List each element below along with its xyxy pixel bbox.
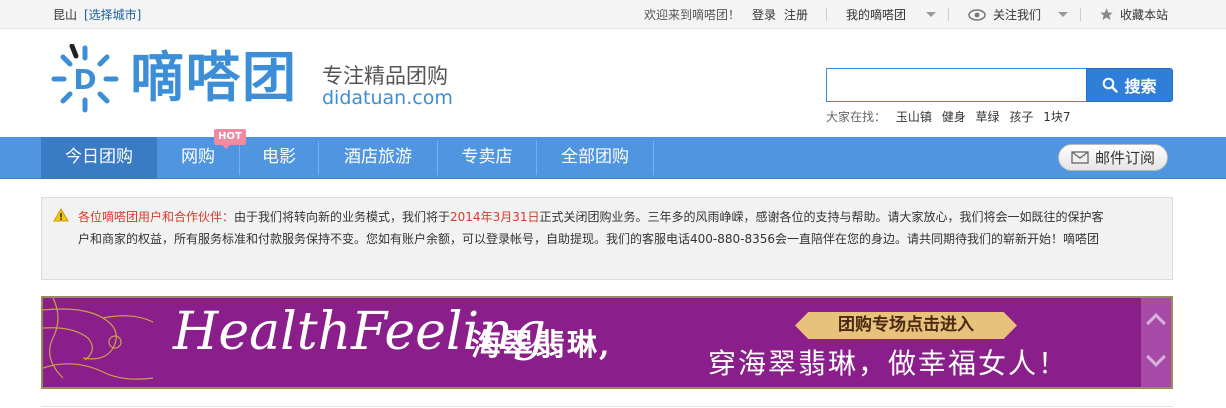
email-subscribe-label: 邮件订阅 bbox=[1094, 149, 1155, 167]
nav-movies[interactable]: 电影 bbox=[240, 137, 318, 179]
banner-scroller bbox=[1141, 298, 1171, 387]
select-city-link[interactable]: [选择城市] bbox=[84, 6, 141, 23]
logo-letter: D bbox=[73, 63, 96, 96]
popular-search-keyword[interactable]: 健身 bbox=[942, 110, 966, 124]
announcement-text: 各位嘀嗒团用户和合作伙伴：由于我们将转向新的业务模式，我们将于2014年3月31… bbox=[78, 206, 1108, 250]
banner-cta-button[interactable]: 团购专场点击进入 bbox=[795, 312, 1017, 339]
search-button-label: 搜索 bbox=[1124, 77, 1157, 96]
current-city: 昆山 bbox=[53, 8, 78, 22]
site-slogan: 专注精品团购 bbox=[322, 64, 448, 88]
site-domain: didatuan.com bbox=[322, 87, 453, 109]
search-input[interactable] bbox=[826, 68, 1087, 102]
star-icon bbox=[1099, 7, 1114, 25]
popular-search-keyword[interactable]: 孩子 bbox=[1009, 110, 1033, 124]
chevron-down-icon[interactable] bbox=[1146, 347, 1166, 367]
popular-search-keyword[interactable]: 玉山镇 bbox=[896, 110, 932, 124]
chevron-down-icon[interactable] bbox=[1058, 12, 1068, 17]
nav-hotels-travel[interactable]: 酒店旅游 bbox=[319, 137, 437, 179]
nav-specialty-stores[interactable]: 专卖店 bbox=[438, 137, 536, 179]
search-button[interactable]: 搜索 bbox=[1086, 68, 1173, 102]
banner-slogan: 穿海翠翡琳，做幸福女人！ bbox=[708, 347, 1069, 380]
welcome-text: 欢迎来到嘀嗒团！ bbox=[644, 8, 741, 22]
divider bbox=[948, 8, 949, 21]
eye-icon bbox=[968, 9, 986, 24]
search-icon bbox=[1103, 77, 1119, 93]
divider bbox=[41, 406, 1173, 407]
popular-searches-label: 大家在找： bbox=[826, 110, 887, 124]
announcement-box: 各位嘀嗒团用户和合作伙伴：由于我们将转向新的业务模式，我们将于2014年3月31… bbox=[41, 197, 1173, 280]
logo-text: 嘀嗒团 bbox=[130, 46, 298, 109]
promo-banner[interactable]: HealthFeeling 海翠翡琳, 团购专场点击进入 穿海翠翡琳，做幸福女人… bbox=[41, 296, 1173, 389]
warning-icon bbox=[53, 208, 69, 222]
popular-searches: 大家在找： 玉山镇 健身 草绿 孩子 1块7 bbox=[826, 108, 1071, 125]
main-nav: 今日团购 网购 电影 酒店旅游 专卖店 全部团购 bbox=[0, 137, 1226, 179]
logo-sun-icon: D bbox=[51, 44, 119, 113]
mail-icon bbox=[1071, 151, 1089, 164]
popular-search-keyword[interactable]: 1块7 bbox=[1043, 110, 1070, 124]
announcement-date: 2014年3月31日 bbox=[450, 210, 540, 224]
site-logo[interactable]: D 嘀嗒团 专注精品团购 didatuan.com bbox=[50, 44, 470, 116]
top-bar: 昆山 [选择城市] 欢迎来到嘀嗒团！ 登录 注册 我的嘀嗒团 关注我们 收藏本站 bbox=[0, 0, 1226, 29]
my-account-menu[interactable]: 我的嘀嗒团 bbox=[846, 6, 906, 23]
divider bbox=[826, 8, 827, 21]
floral-ornament-icon bbox=[43, 298, 154, 380]
nav-divider bbox=[653, 141, 654, 175]
chevron-down-icon[interactable] bbox=[926, 12, 936, 17]
email-subscribe-button[interactable]: 邮件订阅 bbox=[1058, 144, 1168, 171]
bookmark-link[interactable]: 收藏本站 bbox=[1120, 6, 1168, 23]
follow-us-menu[interactable]: 关注我们 bbox=[993, 6, 1041, 23]
nav-today-deals[interactable]: 今日团购 bbox=[41, 137, 157, 179]
hot-badge: HOT bbox=[214, 129, 246, 149]
divider bbox=[1080, 8, 1081, 21]
announcement-body-1: 由于我们将转向新的业务模式，我们将于 bbox=[234, 210, 451, 224]
popular-search-keyword[interactable]: 草绿 bbox=[976, 110, 1000, 124]
register-link[interactable]: 注册 bbox=[784, 6, 808, 23]
nav-all-deals[interactable]: 全部团购 bbox=[537, 137, 653, 179]
chevron-up-icon[interactable] bbox=[1146, 313, 1166, 333]
announcement-title: 各位嘀嗒团用户和合作伙伴： bbox=[78, 210, 235, 224]
banner-brand: 海翠翡琳, bbox=[471, 328, 612, 363]
login-link[interactable]: 登录 bbox=[752, 6, 776, 23]
